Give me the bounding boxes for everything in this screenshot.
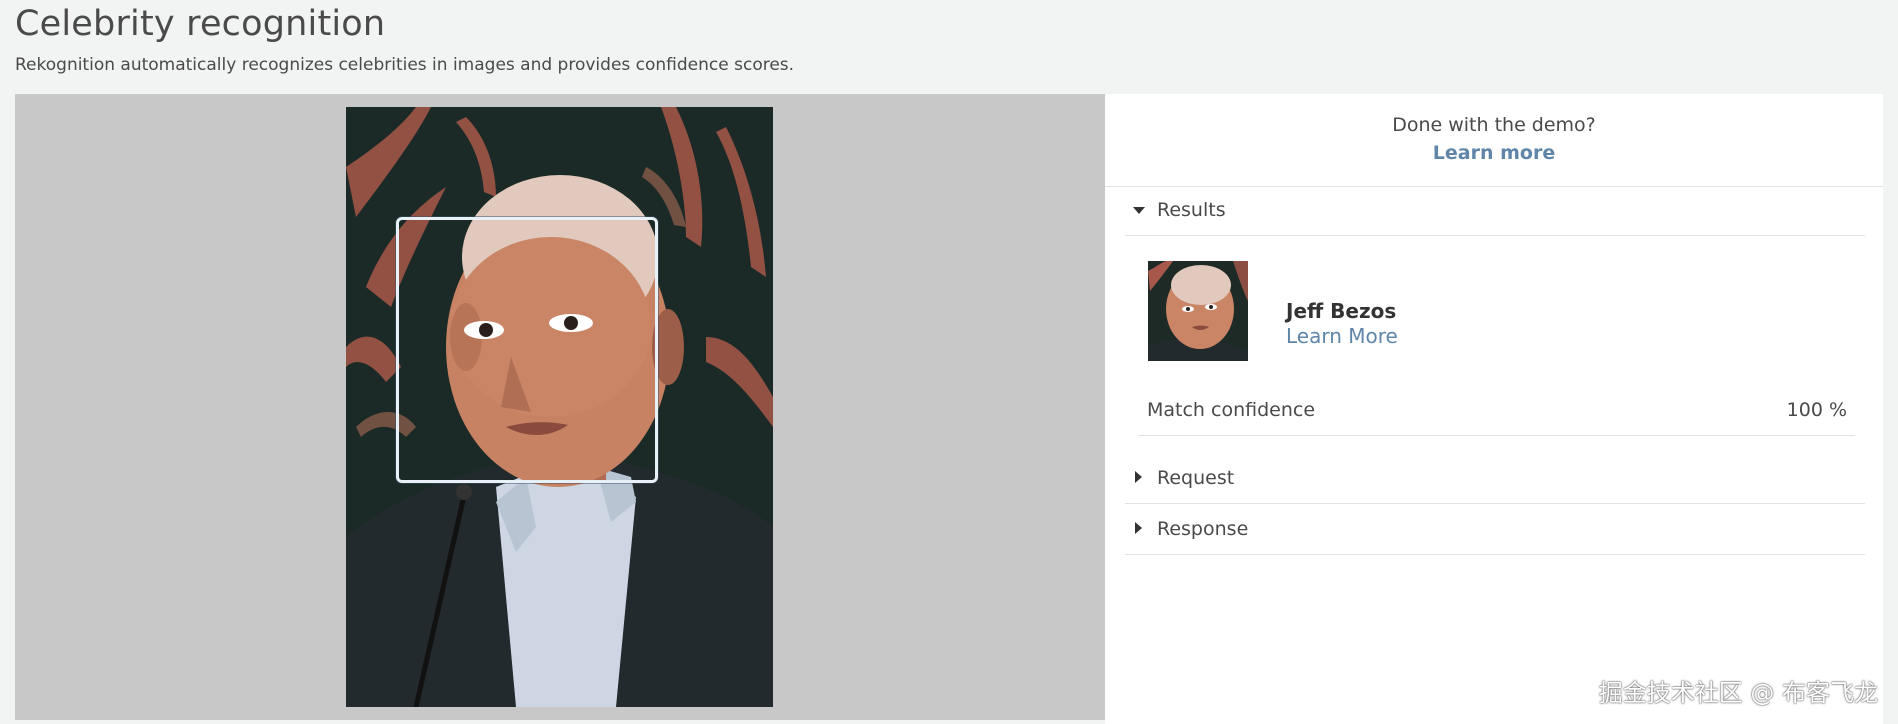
section-response-label: Response <box>1157 518 1249 540</box>
caret-right-icon <box>1135 471 1142 483</box>
match-confidence-value: 100 % <box>1786 399 1847 421</box>
watermark: 掘金技术社区 @ 布客飞龙 <box>1598 679 1878 707</box>
section-results-toggle[interactable]: Results <box>1125 186 1865 236</box>
page-title: Celebrity recognition <box>15 4 386 44</box>
done-demo-text: Done with the demo? <box>1392 114 1596 136</box>
learn-more-link[interactable]: Learn more <box>1105 142 1883 164</box>
section-response-toggle[interactable]: Response <box>1125 505 1865 555</box>
celebrity-learn-more-link[interactable]: Learn More <box>1286 324 1398 348</box>
match-confidence-label: Match confidence <box>1147 399 1316 421</box>
celebrity-name: Jeff Bezos <box>1286 299 1397 323</box>
section-request-toggle[interactable]: Request <box>1125 454 1865 504</box>
section-request-label: Request <box>1157 467 1235 489</box>
page-description: Rekognition automatically recognizes cel… <box>15 55 795 75</box>
celebrity-photo <box>346 107 773 707</box>
caret-right-icon <box>1135 522 1142 534</box>
section-results-label: Results <box>1157 199 1226 221</box>
done-demo-block: Done with the demo? Learn more <box>1105 94 1883 187</box>
caret-down-icon <box>1133 207 1145 214</box>
face-bounding-box[interactable] <box>396 217 658 483</box>
match-confidence-row: Match confidence 100 % <box>1138 394 1855 436</box>
image-panel <box>15 94 1105 720</box>
celebrity-thumbnail <box>1148 261 1248 361</box>
results-panel: Done with the demo? Learn more Results J… <box>1105 94 1883 724</box>
